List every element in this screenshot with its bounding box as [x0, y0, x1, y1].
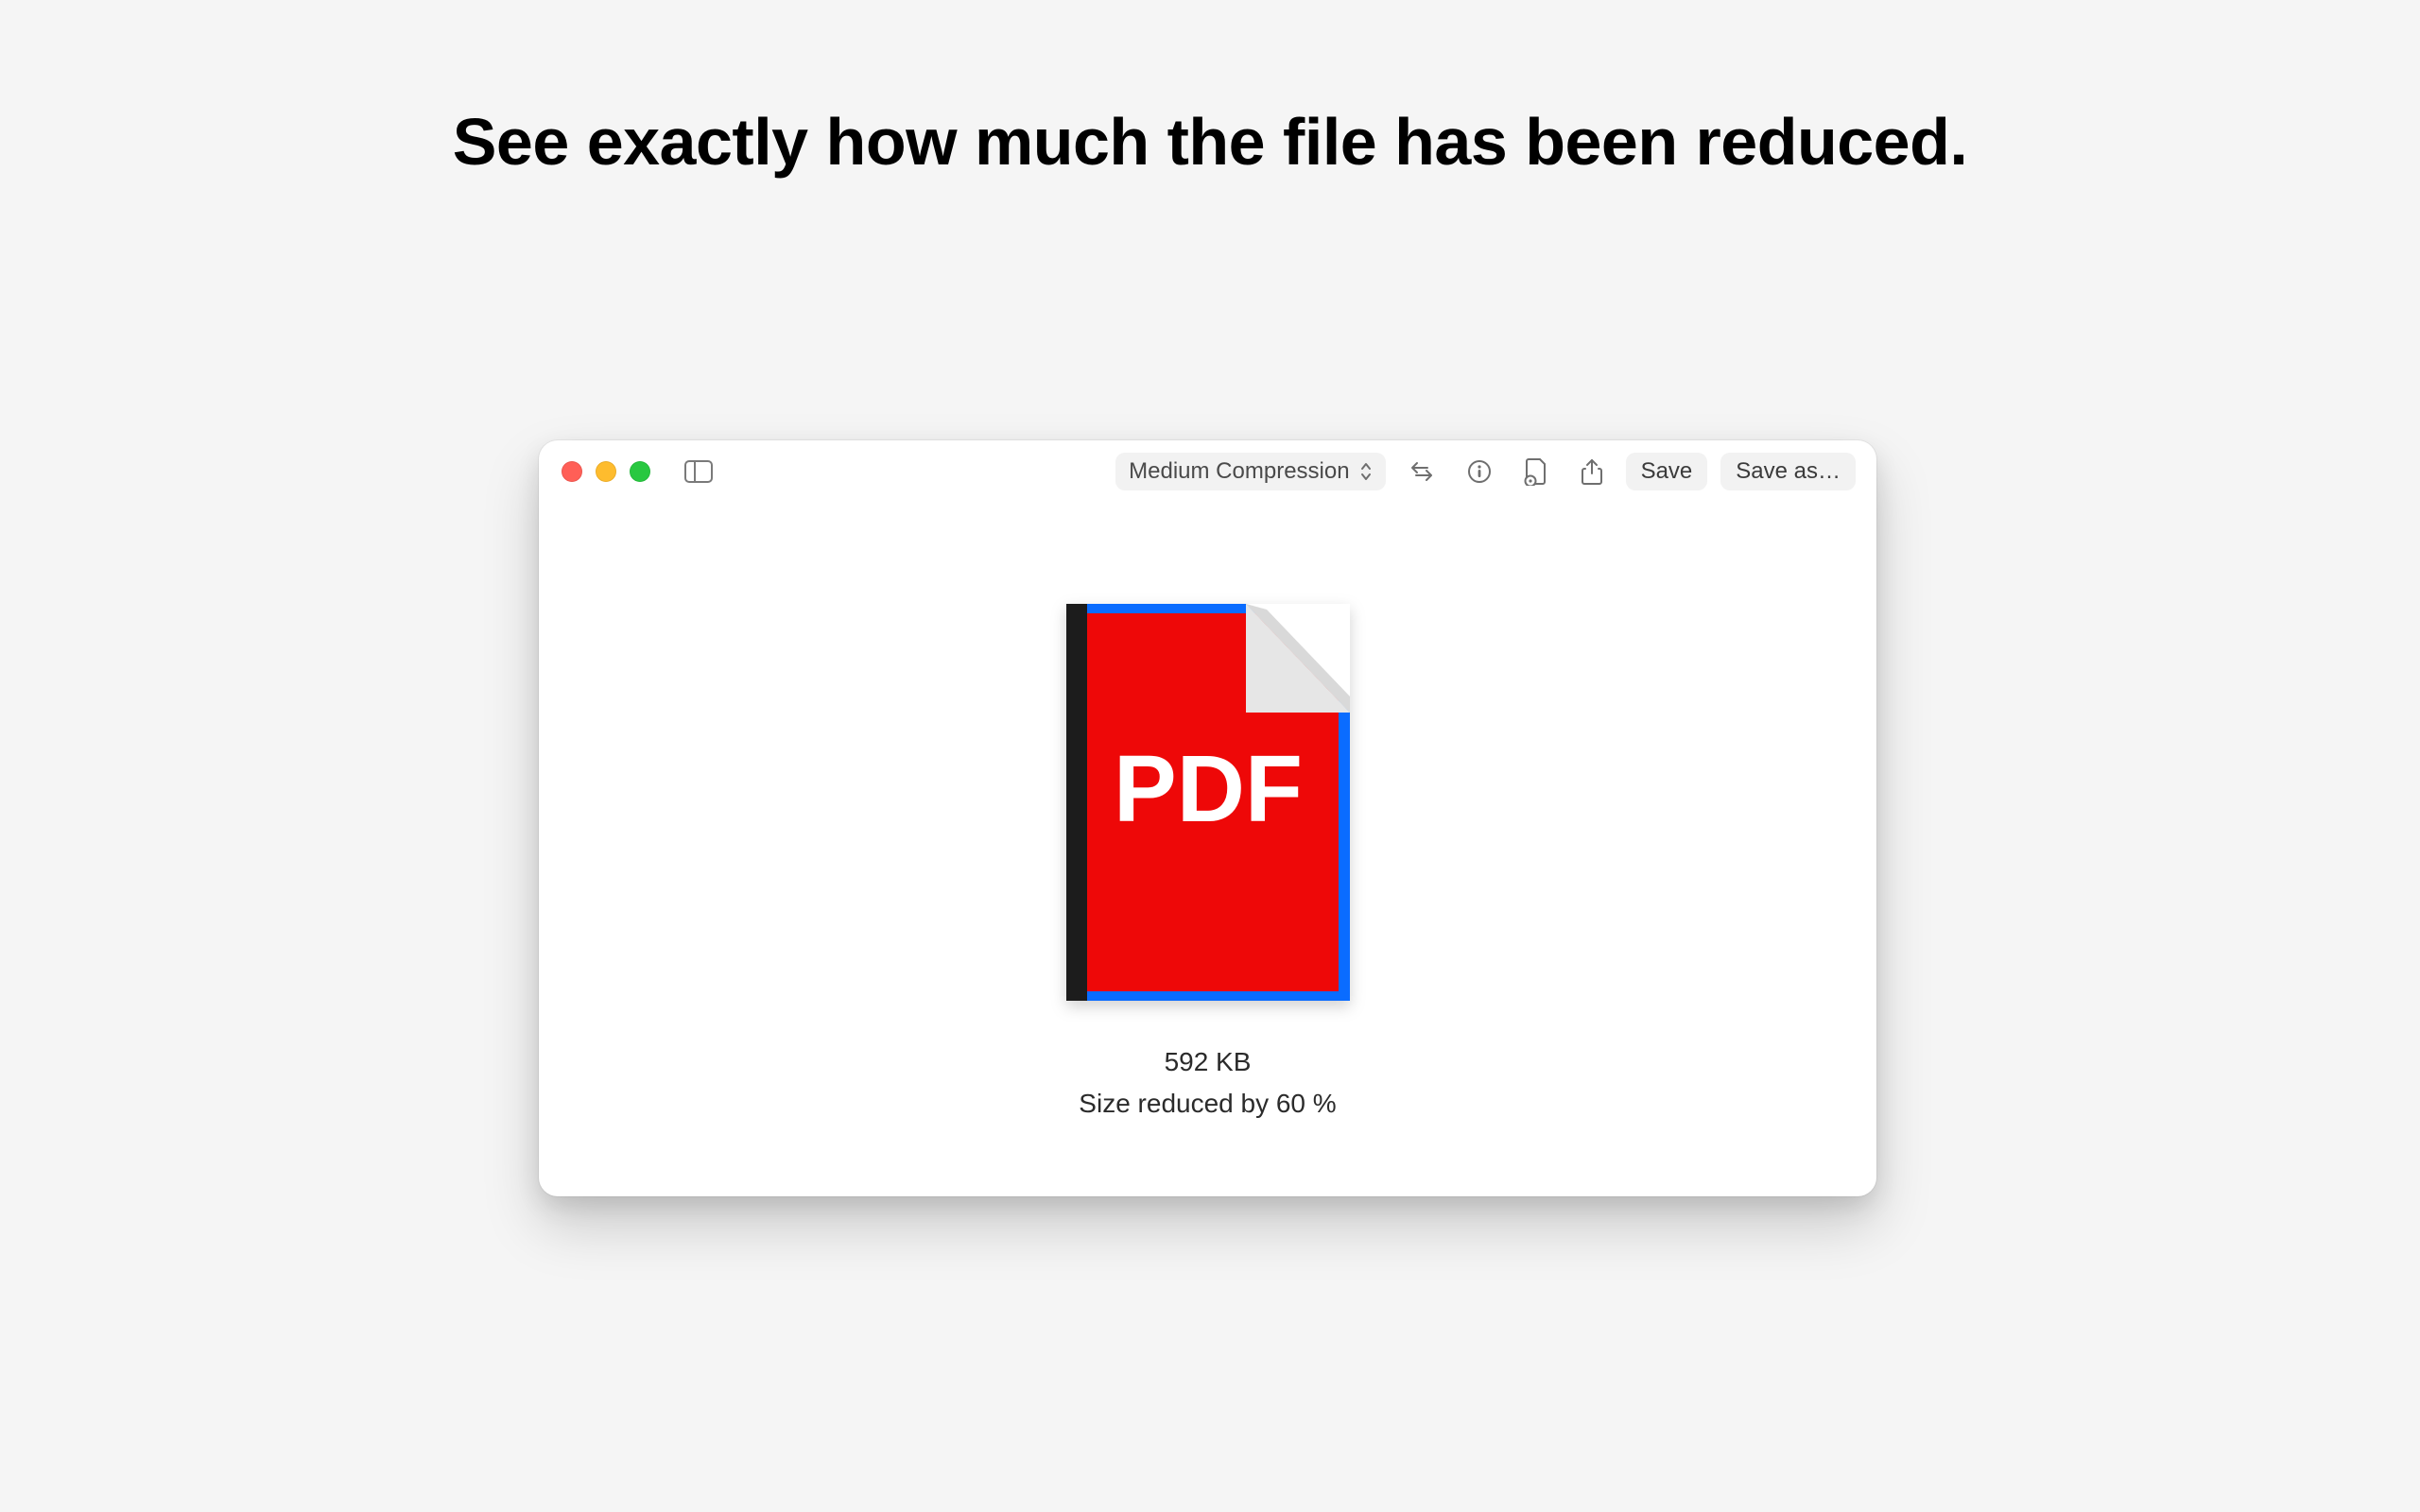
minimize-window-button[interactable]: [596, 461, 616, 482]
toggle-sidebar-button[interactable]: [684, 460, 713, 483]
pdf-badge-text: PDF: [1114, 736, 1303, 842]
traffic-lights: [562, 461, 650, 482]
share-icon: [1581, 457, 1603, 486]
save-button[interactable]: Save: [1626, 453, 1708, 490]
app-window: Medium Compression: [539, 440, 1876, 1196]
compression-select[interactable]: Medium Compression: [1115, 453, 1385, 490]
toolbar: Medium Compression: [1115, 440, 1856, 503]
chevrons-up-down-icon: [1359, 461, 1373, 482]
reduction-label: Size reduced by 60 %: [539, 1089, 1876, 1119]
window-titlebar: Medium Compression: [539, 440, 1876, 503]
pdf-document-icon: PDF: [1066, 604, 1350, 1001]
save-as-button[interactable]: Save as…: [1720, 453, 1856, 490]
revert-button[interactable]: [1399, 456, 1444, 487]
page-headline: See exactly how much the file has been r…: [453, 104, 1968, 180]
pdf-file-icon: PDF: [1066, 604, 1350, 1001]
zoom-window-button[interactable]: [630, 461, 650, 482]
window-content: PDF 592 KB Size reduced by 60 %: [539, 503, 1876, 1196]
sidebar-icon: [684, 460, 713, 483]
file-size-label: 592 KB: [539, 1047, 1876, 1077]
close-window-button[interactable]: [562, 461, 582, 482]
share-button[interactable]: [1571, 454, 1613, 490]
info-button[interactable]: [1458, 455, 1501, 488]
compression-select-label: Medium Compression: [1129, 458, 1349, 485]
info-icon: [1467, 459, 1492, 484]
page-gear-icon: [1524, 457, 1548, 486]
page-settings-button[interactable]: [1514, 454, 1558, 490]
swap-arrows-icon: [1409, 460, 1435, 483]
